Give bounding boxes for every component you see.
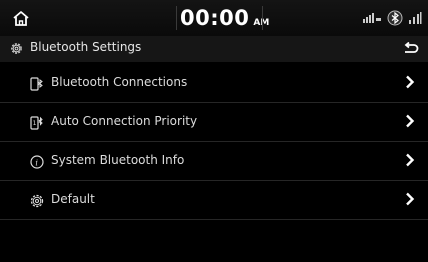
settings-gear-icon — [11, 43, 22, 54]
home-button[interactable] — [4, 4, 38, 32]
list-item-auto-connection-priority[interactable]: 1 Auto Connection Priority — [0, 103, 428, 142]
gear-icon — [30, 194, 44, 208]
back-button[interactable] — [398, 38, 424, 60]
list-item-bluetooth-connections[interactable]: Bluetooth Connections — [0, 64, 428, 103]
chevron-right-icon — [406, 153, 415, 167]
clock-time: 00:00 — [180, 6, 250, 30]
status-divider — [262, 6, 263, 30]
bluetooth-icon — [387, 10, 403, 26]
back-arrow-icon — [404, 42, 419, 53]
chevron-right-icon — [406, 75, 415, 89]
bluetooth-phone-icon — [30, 77, 43, 91]
page-header: Bluetooth Settings — [0, 36, 428, 62]
chevron-right-icon — [406, 192, 415, 206]
settings-list: Bluetooth Connections 1 Auto Connection … — [0, 64, 428, 220]
list-item-system-bluetooth-info[interactable]: i System Bluetooth Info — [0, 142, 428, 181]
signal-icon — [409, 12, 422, 24]
status-divider — [176, 6, 177, 30]
svg-text:1: 1 — [33, 120, 37, 127]
bluetooth-priority-icon: 1 — [30, 116, 43, 130]
battery-signal-icon — [363, 13, 381, 23]
info-icon: i — [30, 155, 44, 169]
list-item-label: Auto Connection Priority — [51, 114, 198, 128]
home-icon — [13, 10, 29, 26]
list-item-label: System Bluetooth Info — [51, 153, 185, 167]
list-item-label: Bluetooth Connections — [51, 75, 188, 89]
chevron-right-icon — [406, 114, 415, 128]
status-bar: 00:00 AM — [0, 0, 428, 36]
page-title: Bluetooth Settings — [30, 40, 142, 54]
svg-text:i: i — [35, 159, 38, 168]
status-icons — [362, 9, 422, 27]
clock: 00:00 AM — [180, 4, 269, 32]
list-item-default[interactable]: Default — [0, 181, 428, 220]
list-item-label: Default — [51, 192, 95, 206]
